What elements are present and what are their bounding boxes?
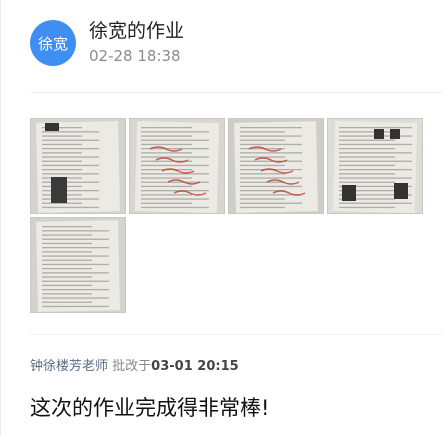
review-meta: 钟徐楼芳老师 批改于03-01 20:15	[30, 355, 239, 374]
homework-photo-1[interactable]	[30, 118, 126, 214]
teacher-comment: 这次的作业完成得非常棒!	[30, 396, 270, 420]
post-header: 徐宽 徐宽的作业 02-28 18:38	[30, 18, 184, 68]
header-divider	[30, 92, 442, 93]
post-timestamp: 02-28 18:38	[89, 47, 181, 65]
avatar[interactable]: 徐宽	[30, 20, 76, 66]
homework-photo-4[interactable]	[327, 118, 423, 214]
avatar-text: 徐宽	[37, 34, 68, 53]
post-info: 徐宽的作业 02-28 18:38	[89, 19, 184, 67]
homework-photo-5[interactable]	[30, 217, 126, 313]
left-border	[0, 0, 1, 436]
homework-photo-2[interactable]	[129, 118, 225, 214]
teacher-name[interactable]: 钟徐楼芳老师	[30, 359, 108, 374]
post-title: 徐宽的作业	[89, 20, 185, 42]
homework-photo-3[interactable]	[228, 118, 324, 214]
attachments-divider	[30, 334, 442, 335]
review-action: 批改于	[112, 359, 152, 374]
review-time: 03-01 20:15	[151, 359, 239, 374]
homework-post-page: 徐宽 徐宽的作业 02-28 18:38 钟徐楼芳老师 批改于03-01 20:…	[0, 0, 442, 436]
